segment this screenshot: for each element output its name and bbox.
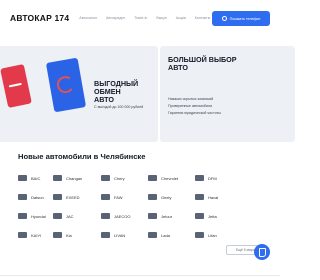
brand-item-hyundai[interactable]: Hyundai [18,209,53,223]
main-nav: Автосалон Автокредит Trade-in Выкуп Акци… [79,16,210,20]
promo-banners: ВЫГОДНЫЙ ОБМЕН АВТО С выгодой до 100 000… [0,46,295,142]
brand-label: Jetta [208,213,217,219]
brand-row: KAIYI Kia LIVAN Lada Lifan [18,228,266,242]
brand-item-dfm[interactable]: DFM [195,171,233,185]
brand-grid: BAIC Changan Chery Chevrolet DFM Datsun … [18,171,266,247]
brand-label: Lifan [208,232,217,238]
show-phone-button[interactable]: Показать телефон [212,11,270,26]
geely-logo-icon [148,194,157,200]
brand-row: Datsun EXEED FAW Geely Haval [18,190,266,204]
chery-logo-icon [101,175,110,181]
brand-label: BAIC [31,175,41,181]
brand-item-faw[interactable]: FAW [101,190,148,204]
brand-label: Geely [161,194,172,200]
brand-label: Lada [161,232,170,238]
brand-label: LIVAN [114,232,126,238]
banner-choice-title-2: АВТО [168,63,188,73]
hyundai-logo-icon [18,213,27,219]
site-logo[interactable]: АВТОКАР 174 [10,13,69,23]
brand-item-haval[interactable]: Haval [195,190,233,204]
nav-item-trade-in[interactable]: Trade-in [134,16,147,20]
brand-label: Haval [208,194,219,200]
brand-item-changan[interactable]: Changan [53,171,101,185]
phone-call-fab-icon[interactable] [254,244,270,260]
brand-label: Chevrolet [161,175,179,181]
brand-row: Hyundai JAC JAECOO Jetour Jetta [18,209,266,223]
brand-item-kaiyi[interactable]: KAIYI [18,228,53,242]
brand-row: BAIC Changan Chery Chevrolet DFM [18,171,266,185]
jetta-logo-icon [195,213,204,219]
brand-label: Datsun [31,194,44,200]
baic-logo-icon [18,175,27,181]
brand-label: Jetour [161,213,173,219]
lada-logo-icon [148,232,157,238]
brand-item-jetour[interactable]: Jetour [148,209,195,223]
brand-label: KAIYI [31,232,42,238]
phone-icon [221,16,227,21]
nav-item-autosalon[interactable]: Автосалон [79,16,97,20]
site-header: АВТОКАР 174 Автосалон Автокредит Trade-i… [0,0,280,36]
brand-label: EXEED [66,194,80,200]
nav-item-contacts[interactable]: Контакты [195,16,211,20]
nav-item-autocredit[interactable]: Автокредит [106,16,125,20]
changan-logo-icon [53,175,62,181]
brand-label: Hyundai [31,213,46,219]
banner-trade-in-title-1: ВЫГОДНЫЙ ОБМЕН [94,79,139,97]
nav-item-promotions[interactable]: Акции [176,16,186,20]
brand-item-jac[interactable]: JAC [53,209,101,223]
faw-logo-icon [101,194,110,200]
brand-item-kia[interactable]: Kia [53,228,101,242]
exchange-arrow-icon [45,57,87,113]
brand-item-chevrolet[interactable]: Chevrolet [148,171,195,185]
brand-item-baic[interactable]: BAIC [18,171,53,185]
exeed-logo-icon [53,194,62,200]
brand-item-jaecoo[interactable]: JAECOO [101,209,148,223]
brand-label: Changan [66,175,83,181]
brand-item-datsun[interactable]: Datsun [18,190,53,204]
nav-item-buyout[interactable]: Выкуп [156,16,166,20]
brand-label: Chery [114,175,125,181]
new-cars-title: Новые автомобили в Челябинске [18,152,146,161]
kaiyi-logo-icon [18,232,27,238]
brand-label: FAW [114,194,123,200]
livan-logo-icon [101,232,110,238]
datsun-logo-icon [18,194,27,200]
brand-item-geely[interactable]: Geely [148,190,195,204]
banner-big-choice[interactable]: БОЛЬШОЙ ВЫБОР АВТО Никаких скрытых комис… [160,46,295,142]
brand-label: JAC [66,213,74,219]
dfm-logo-icon [195,175,204,181]
banner-bullet: Гарантия юридической чистоты [168,111,221,115]
banner-trade-in-text: С выгодой до 100 000 рублей [94,105,144,109]
brand-item-chery[interactable]: Chery [101,171,148,185]
brand-item-lifan[interactable]: Lifan [195,228,233,242]
brand-item-lada[interactable]: Lada [148,228,195,242]
brand-label: JAECOO [114,213,131,219]
kia-logo-icon [53,232,62,238]
haval-logo-icon [195,194,204,200]
lifan-logo-icon [195,232,204,238]
brand-label: Kia [66,232,72,238]
show-phone-label: Показать телефон [229,16,261,21]
red-card-illustration [0,63,32,109]
banner-trade-in[interactable]: ВЫГОДНЫЙ ОБМЕН АВТО С выгодой до 100 000… [0,46,158,142]
brand-item-jetta[interactable]: Jetta [195,209,233,223]
brand-item-livan[interactable]: LIVAN [101,228,148,242]
jetour-logo-icon [148,213,157,219]
brand-label: DFM [208,175,217,181]
brand-item-exeed[interactable]: EXEED [53,190,101,204]
chevrolet-logo-icon [148,175,157,181]
jac-logo-icon [53,213,62,219]
banner-bullet: Проверенные автомобили [168,104,213,108]
jaecoo-logo-icon [101,213,110,219]
divider [0,275,280,276]
banner-bullet: Никаких скрытых комиссий [168,97,214,101]
